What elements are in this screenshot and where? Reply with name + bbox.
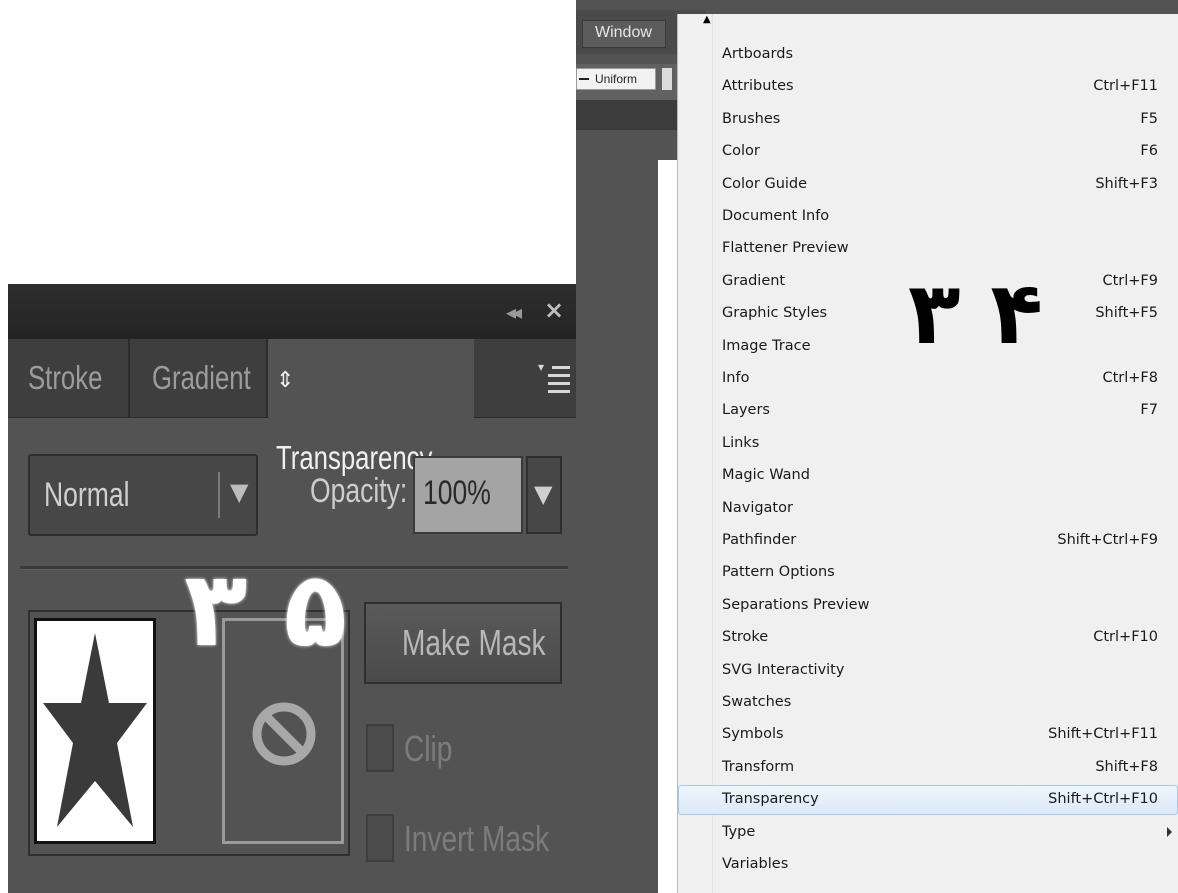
opacity-input[interactable]: 100% [413,456,523,534]
menu-item-attributes[interactable]: Attributes Ctrl+F11 [678,72,1178,102]
menu-item-label: Stroke [722,629,769,646]
menu-item-shortcut: Shift+F8 [1095,758,1158,775]
opacity-label: Opacity: [310,472,408,510]
menu-item-label: Flattener Preview [722,240,849,257]
menu-item-label: Transparency [722,791,819,808]
menu-item-stroke[interactable]: Stroke Ctrl+F10 [678,623,1178,653]
menu-item-svg-interactivity[interactable]: SVG Interactivity [678,656,1178,686]
menu-item-label: Graphic Styles [722,305,828,322]
menu-item-shortcut: F5 [1140,110,1158,127]
menu-item-label: Pathfinder [722,532,797,548]
menu-item-shortcut: Shift+Ctrl+F9 [1057,532,1158,548]
invert-mask-checkbox[interactable] [366,814,394,862]
close-panel-icon[interactable]: × [544,296,564,324]
collapse-panel-icon[interactable]: ◂◂ [506,300,522,324]
chevron-down-icon: ▼ [534,480,553,508]
star-icon [43,633,147,827]
menu-item-label: Links [722,434,760,451]
menu-item-label: Pattern Options [722,564,835,581]
menu-item-label: Document Info [722,208,830,224]
menu-item-shortcut: Ctrl+F9 [1102,272,1158,289]
menu-item-shortcut: Ctrl+F8 [1102,370,1158,386]
menu-item-info[interactable]: Info Ctrl+F8 [678,364,1178,394]
step-annotation-left: ۳ ۵ [184,548,348,670]
menu-item-swatches[interactable]: Swatches [678,688,1178,718]
step-annotation-right: ۳ ۴ [908,264,1043,364]
menu-item-label: Gradient [722,272,786,289]
menu-item-shortcut: Shift+Ctrl+F10 [1048,791,1158,808]
menu-item-transform[interactable]: Transform Shift+F8 [678,753,1178,783]
menu-item-separations-preview[interactable]: Separations Preview [678,591,1178,621]
stroke-profile-arrow[interactable] [662,68,672,90]
window-dropdown-menu: ▲ Artboards Attributes Ctrl+F11 Brushes F5 Co… [677,14,1178,893]
opacity-value: 100% [423,474,491,512]
panel-title-bar: ◂◂ × [8,284,576,339]
blend-mode-value: Normal [44,476,130,514]
menu-item-color[interactable]: Color F6 [678,137,1178,167]
menu-item-navigator[interactable]: Navigator [678,494,1178,524]
menu-item-color-guide[interactable]: Color Guide Shift+F3 [678,170,1178,200]
menu-item-label: Artboards [722,46,793,62]
menu-item-shortcut: Ctrl+F11 [1093,78,1158,95]
menu-item-pathfinder[interactable]: Pathfinder Shift+Ctrl+F9 [678,526,1178,556]
menu-item-brushes[interactable]: Brushes F5 [678,105,1178,135]
menu-item-shortcut: F6 [1140,143,1158,160]
invert-mask-label: Invert Mask [404,818,550,859]
menu-item-type[interactable]: Type [678,818,1178,848]
menu-item-label: Symbols [722,726,784,743]
menu-item-layers[interactable]: Layers F7 [678,396,1178,426]
menu-item-pattern-options[interactable]: Pattern Options [678,558,1178,588]
transparency-panel: ◂◂ × Stroke Gradient ⇕Transparency ▾ Nor… [8,284,576,893]
window-menu-button[interactable]: Window [582,20,666,48]
no-mask-icon [252,702,316,766]
tab-stroke[interactable]: Stroke [8,339,130,417]
menu-item-label: Image Trace [722,337,811,354]
menu-item-label: Separations Preview [722,596,870,613]
panel-menu-icon[interactable]: ▾ [538,360,570,394]
scroll-up-arrow-icon[interactable]: ▲ [703,14,711,25]
menu-item-label: Info [722,370,750,386]
menu-item-transparency[interactable]: Transparency Shift+Ctrl+F10 [678,785,1178,816]
menu-item-label: Variables [722,856,789,872]
tab-transparency[interactable]: ⇕Transparency [268,339,474,476]
menu-item-label: Type [722,823,756,840]
menu-item-label: SVG Interactivity [722,661,845,678]
menu-item-artboards[interactable]: Artboards [678,40,1178,70]
menu-item-flattener-preview[interactable]: Flattener Preview [678,234,1178,264]
stroke-line-icon [579,78,589,80]
menu-item-magic-wand[interactable]: Magic Wand [678,461,1178,491]
menu-item-shortcut: Shift+F3 [1095,175,1158,192]
menu-item-links[interactable]: Links [678,429,1178,459]
clip-label: Clip [404,728,453,769]
menu-item-label: Navigator [722,499,793,516]
menu-item-label: Swatches [722,694,792,710]
blend-mode-select[interactable]: Normal ▼ [28,454,258,536]
menu-item-shortcut: Ctrl+F10 [1093,629,1158,646]
menu-item-label: Color [722,143,760,160]
clip-checkbox[interactable] [366,724,394,772]
menu-item-shortcut: F7 [1140,402,1158,419]
menu-item-symbols[interactable]: Symbols Shift+Ctrl+F11 [678,720,1178,750]
submenu-arrow-icon [1167,826,1172,837]
tab-toggle-icon: ⇕ [276,367,295,393]
stroke-profile-select[interactable]: Uniform [576,68,656,90]
select-divider [218,472,220,518]
menu-item-label: Layers [722,402,770,419]
menu-item-label: Attributes [722,78,794,95]
chevron-down-icon: ▼ [230,478,249,506]
menu-item-shortcut: Shift+F5 [1095,305,1158,322]
menu-item-label: Transform [722,758,795,775]
menu-item-label: Color Guide [722,175,808,192]
tab-gradient[interactable]: Gradient [132,339,268,417]
object-thumbnail[interactable] [34,618,156,844]
panel-tab-bar: Stroke Gradient ⇕Transparency [8,339,576,476]
menu-item-variables[interactable]: Variables [678,850,1178,880]
menu-item-shortcut: Shift+Ctrl+F11 [1048,726,1158,743]
menu-item-label: Magic Wand [722,467,810,484]
make-mask-button[interactable]: Make Mask [364,602,562,684]
menu-item-label: Brushes [722,110,781,127]
menu-item-document-info[interactable]: Document Info [678,202,1178,232]
opacity-dropdown-button[interactable]: ▼ [526,456,562,534]
